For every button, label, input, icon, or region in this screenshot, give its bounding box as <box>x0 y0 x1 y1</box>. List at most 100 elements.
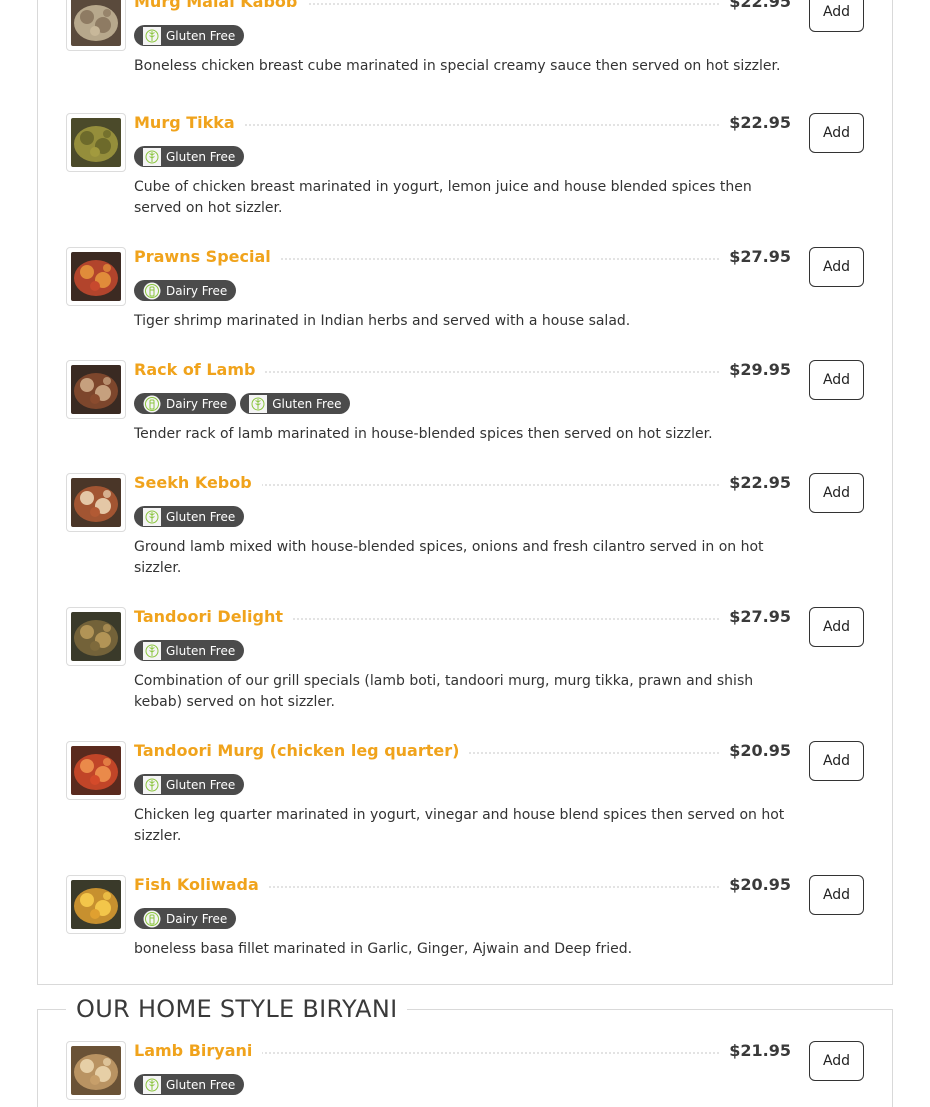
add-to-cart-button[interactable]: Add <box>809 607 864 647</box>
menu-item-price: $22.95 <box>719 112 791 134</box>
menu-item-price: $20.95 <box>719 874 791 896</box>
wheat-leaf-icon <box>143 641 161 660</box>
dietary-tags: Dairy Free <box>134 280 237 301</box>
menu-item-image[interactable] <box>66 607 126 666</box>
gluten-free-badge: Gluten Free <box>134 146 245 167</box>
menu-item-name[interactable]: Seekh Kebob <box>134 472 262 494</box>
dairy-free-badge: Dairy Free <box>134 393 237 414</box>
dietary-tags: Dairy Free Gluten Free <box>134 393 351 414</box>
menu-item: Seekh Kebob $22.95 Add Gluten Free Ground la… <box>0 472 930 576</box>
wheat-leaf-icon <box>249 394 268 413</box>
food-photo <box>71 478 121 527</box>
menu-item: Murg Malai Kabob $22.95 Add Gluten Free Bone… <box>0 0 930 92</box>
menu-item: Fish Koliwada $20.95 Add Dairy Free boneless… <box>0 874 930 975</box>
menu-item-price: $27.95 <box>719 246 791 268</box>
menu-item-description: Cube of chicken breast marinated in yogu… <box>134 179 752 216</box>
menu-item-image[interactable] <box>66 473 126 532</box>
menu-item-image[interactable] <box>66 113 126 172</box>
dairy-free-badge: Dairy Free <box>134 280 237 301</box>
badge-label: Gluten Free <box>166 1077 236 1092</box>
menu-item-description: boneless basa fillet marinated in Garlic… <box>134 941 633 957</box>
menu-item-image[interactable] <box>66 875 126 934</box>
menu-item-description: Chicken leg quarter marinated in yogurt,… <box>134 807 785 844</box>
badge-label: Gluten Free <box>166 643 236 658</box>
menu-item: Prawns Special $27.95 Add Dairy Free Tiger s… <box>0 246 930 347</box>
menu-item: Tandoori Murg (chicken leg quarter) $20.9… <box>0 740 930 844</box>
food-photo <box>71 612 121 661</box>
menu-item-description: Boneless chicken breast cube marinated i… <box>134 58 781 74</box>
gluten-free-badge: Gluten Free <box>134 774 245 795</box>
price-leader-dots <box>230 124 730 126</box>
wheat-leaf-icon <box>143 26 161 45</box>
menu-item-image[interactable] <box>66 741 126 800</box>
menu-item: Rack of Lamb $29.95 Add Dairy Free Gluten Fr… <box>0 359 930 460</box>
food-photo <box>71 252 121 301</box>
menu-item-price: $21.95 <box>719 1040 791 1062</box>
badge-label: Gluten Free <box>166 509 236 524</box>
gluten-free-badge: Gluten Free <box>134 640 245 661</box>
dietary-tags: Gluten Free <box>134 774 245 795</box>
dietary-tags: Gluten Free <box>134 146 245 167</box>
menu-item-image[interactable] <box>66 0 126 51</box>
wheat-leaf-icon <box>143 147 161 166</box>
gluten-free-badge: Gluten Free <box>134 1074 245 1095</box>
menu-item-image[interactable] <box>66 1041 126 1100</box>
menu-item: Murg Tikka $22.95 Add Gluten Free Cube of ch… <box>0 112 930 216</box>
wheat-leaf-icon <box>143 1075 161 1094</box>
menu-item-price: $27.95 <box>719 606 791 628</box>
price-leader-dots <box>230 886 730 888</box>
menu-item-name[interactable]: Tandoori Murg (chicken leg quarter) <box>134 740 470 762</box>
dietary-tags: Gluten Free <box>134 1074 245 1095</box>
menu-item-name[interactable]: Tandoori Delight <box>134 606 294 628</box>
gluten-free-badge: Gluten Free <box>240 393 351 414</box>
add-to-cart-button[interactable]: Add <box>809 473 864 513</box>
wheat-leaf-icon <box>143 775 161 794</box>
add-to-cart-button[interactable]: Add <box>809 0 864 32</box>
add-to-cart-button[interactable]: Add <box>809 360 864 400</box>
add-to-cart-button[interactable]: Add <box>809 247 864 287</box>
food-photo <box>71 1046 121 1095</box>
menu-item-price: $29.95 <box>719 359 791 381</box>
menu-item-price: $20.95 <box>719 740 791 762</box>
menu-item-image[interactable] <box>66 247 126 306</box>
menu-item-name[interactable]: Fish Koliwada <box>134 874 269 896</box>
milk-bottle-icon <box>143 395 161 413</box>
menu-item-name[interactable]: Murg Malai Kabob <box>134 0 308 13</box>
section-title: OUR HOME STYLE BIRYANI <box>66 994 408 1024</box>
gluten-free-badge: Gluten Free <box>134 25 245 46</box>
add-to-cart-button[interactable]: Add <box>809 1041 864 1081</box>
milk-bottle-icon <box>143 910 161 928</box>
food-photo <box>71 365 121 414</box>
badge-label: Gluten Free <box>272 396 342 411</box>
dietary-tags: Gluten Free <box>134 640 245 661</box>
menu-item-description: Tiger shrimp marinated in Indian herbs a… <box>134 313 631 329</box>
menu-item-name[interactable]: Lamb Biryani <box>134 1040 263 1062</box>
add-to-cart-button[interactable]: Add <box>809 875 864 915</box>
add-to-cart-button[interactable]: Add <box>809 113 864 153</box>
food-photo <box>71 880 121 929</box>
menu-item-name[interactable]: Murg Tikka <box>134 112 245 134</box>
badge-label: Gluten Free <box>166 777 236 792</box>
menu-item-image[interactable] <box>66 360 126 419</box>
dietary-tags: Dairy Free <box>134 908 237 929</box>
dairy-free-badge: Dairy Free <box>134 908 237 929</box>
menu-item-name[interactable]: Rack of Lamb <box>134 359 266 381</box>
badge-label: Dairy Free <box>166 396 228 411</box>
badge-label: Dairy Free <box>166 911 228 926</box>
gluten-free-badge: Gluten Free <box>134 506 245 527</box>
badge-label: Gluten Free <box>166 149 236 164</box>
food-photo <box>71 118 121 167</box>
menu-item: Tandoori Delight $27.95 Add Gluten Free Comb… <box>0 606 930 710</box>
food-photo <box>71 0 121 46</box>
wheat-leaf-icon <box>143 507 161 526</box>
add-to-cart-button[interactable]: Add <box>809 741 864 781</box>
menu-item-description: Ground lamb mixed with house-blended spi… <box>134 539 764 576</box>
price-leader-dots <box>230 618 730 620</box>
menu-item-price: $22.95 <box>719 472 791 494</box>
milk-bottle-icon <box>143 282 161 300</box>
badge-label: Dairy Free <box>166 283 228 298</box>
menu-item-description: Combination of our grill specials (lamb … <box>134 673 754 710</box>
price-leader-dots <box>230 371 730 373</box>
menu-item-name[interactable]: Prawns Special <box>134 246 281 268</box>
dietary-tags: Gluten Free <box>134 506 245 527</box>
